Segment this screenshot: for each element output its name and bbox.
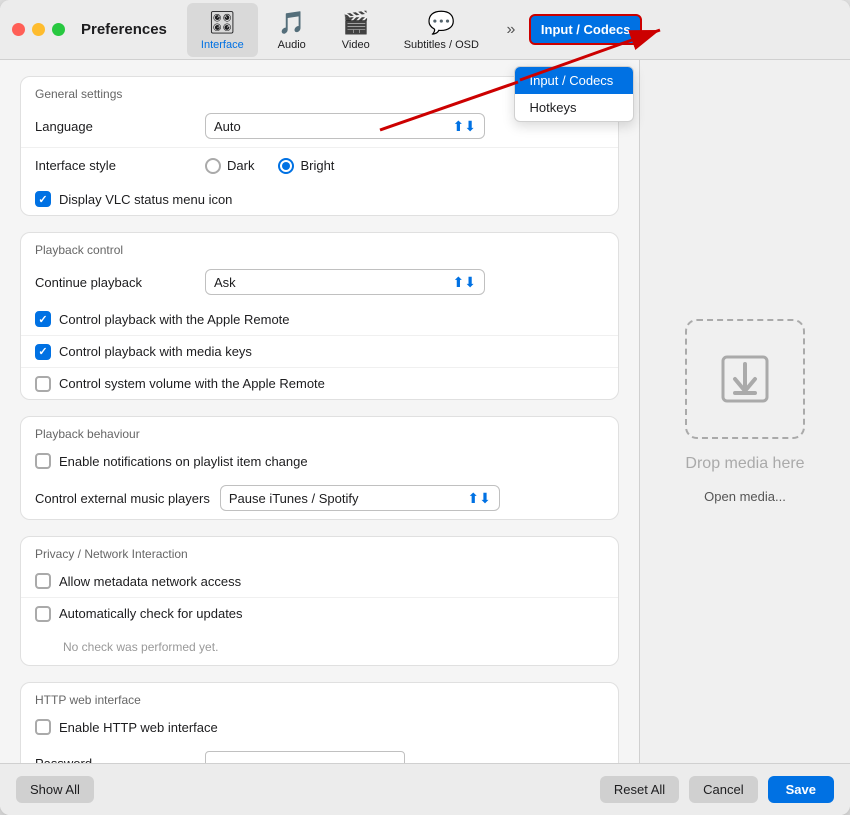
maximize-button[interactable]: [52, 23, 65, 36]
media-keys-checkbox[interactable]: [35, 344, 51, 360]
music-players-row: Control external music players Pause iTu…: [21, 477, 618, 519]
privacy-header: Privacy / Network Interaction: [21, 537, 618, 565]
open-media-button[interactable]: Open media...: [704, 489, 786, 504]
dropdown-item-input-codecs[interactable]: Input / Codecs: [515, 67, 633, 94]
metadata-access-checkbox[interactable]: [35, 573, 51, 589]
drop-zone[interactable]: [685, 319, 805, 439]
language-select-arrow: ⬆⬇: [453, 118, 476, 135]
password-label: Password: [35, 756, 195, 764]
radio-dark[interactable]: Dark: [205, 158, 254, 174]
media-keys-row[interactable]: Control playback with media keys: [21, 335, 618, 367]
close-button[interactable]: [12, 23, 25, 36]
reset-all-button[interactable]: Reset All: [600, 776, 679, 803]
playback-behaviour-group: Playback behaviour Enable notifications …: [20, 416, 619, 520]
language-value: Auto: [214, 119, 241, 134]
radio-dark-outer: [205, 158, 221, 174]
check-updates-row[interactable]: Automatically check for updates: [21, 597, 618, 629]
download-icon: [715, 349, 775, 409]
notifications-label: Enable notifications on playlist item ch…: [59, 454, 308, 469]
password-row: Password: [21, 743, 618, 763]
dropdown-item-hotkeys[interactable]: Hotkeys: [515, 94, 633, 121]
input-codecs-button[interactable]: Input / Codecs: [529, 14, 643, 45]
check-updates-checkbox[interactable]: [35, 606, 51, 622]
radio-bright-outer: [278, 158, 294, 174]
overflow-button[interactable]: »: [497, 16, 525, 44]
apple-remote-checkbox[interactable]: [35, 311, 51, 327]
privacy-group: Privacy / Network Interaction Allow meta…: [20, 536, 619, 666]
tab-subtitles[interactable]: 💬 Subtitles / OSD: [390, 3, 493, 57]
radio-bright[interactable]: Bright: [278, 158, 334, 174]
radio-bright-inner: [282, 162, 290, 170]
window-title: Preferences: [81, 21, 167, 38]
radio-bright-label: Bright: [300, 158, 334, 173]
save-button[interactable]: Save: [768, 776, 834, 803]
interface-style-radio-group: Dark Bright: [205, 158, 334, 174]
music-players-select[interactable]: Pause iTunes / Spotify ⬆⬇: [220, 485, 500, 511]
continue-playback-row: Continue playback Ask ⬆⬇: [21, 261, 618, 303]
password-input[interactable]: [205, 751, 405, 763]
continue-playback-select[interactable]: Ask ⬆⬇: [205, 269, 485, 295]
bottom-right-buttons: Reset All Cancel Save: [600, 776, 834, 803]
music-players-select-arrow: ⬆⬇: [467, 490, 490, 507]
drop-media-text: Drop media here: [685, 455, 804, 473]
media-keys-label: Control playback with media keys: [59, 344, 252, 359]
show-all-button[interactable]: Show All: [16, 776, 94, 803]
audio-icon: 🎵: [278, 9, 306, 37]
http-web-group: HTTP web interface Enable HTTP web inter…: [20, 682, 619, 763]
tab-interface[interactable]: 🎛 Interface: [187, 3, 258, 57]
language-label: Language: [35, 119, 195, 134]
tab-video[interactable]: 🎬 Video: [326, 3, 386, 57]
interface-style-label: Interface style: [35, 158, 195, 173]
notifications-checkbox[interactable]: [35, 453, 51, 469]
metadata-access-row[interactable]: Allow metadata network access: [21, 565, 618, 597]
continue-playback-select-arrow: ⬆⬇: [453, 274, 476, 291]
apple-remote-label: Control playback with the Apple Remote: [59, 312, 290, 327]
updates-hint-row: No check was performed yet.: [21, 629, 618, 665]
check-updates-label: Automatically check for updates: [59, 606, 243, 621]
continue-playback-label: Continue playback: [35, 275, 195, 290]
continue-playback-value: Ask: [214, 275, 236, 290]
http-enable-row[interactable]: Enable HTTP web interface: [21, 711, 618, 743]
system-volume-checkbox[interactable]: [35, 376, 51, 392]
bottom-bar: Show All Reset All Cancel Save: [0, 763, 850, 815]
language-select[interactable]: Auto ⬆⬇: [205, 113, 485, 139]
system-volume-row[interactable]: Control system volume with the Apple Rem…: [21, 367, 618, 399]
tab-audio[interactable]: 🎵 Audio: [262, 3, 322, 57]
toolbar-tabs: 🎛 Interface 🎵 Audio 🎬 Video 💬 Subtitles …: [187, 3, 838, 57]
http-enable-checkbox[interactable]: [35, 719, 51, 735]
metadata-access-label: Allow metadata network access: [59, 574, 241, 589]
apple-remote-row[interactable]: Control playback with the Apple Remote: [21, 303, 618, 335]
playback-control-group: Playback control Continue playback Ask ⬆…: [20, 232, 619, 400]
interface-style-row: Interface style Dark Bright: [21, 147, 618, 183]
radio-dark-label: Dark: [227, 158, 254, 173]
notifications-row[interactable]: Enable notifications on playlist item ch…: [21, 445, 618, 477]
vlc-status-icon-row[interactable]: Display VLC status menu icon: [21, 183, 618, 215]
playback-behaviour-header: Playback behaviour: [21, 417, 618, 445]
titlebar: Preferences 🎛 Interface 🎵 Audio 🎬 Video …: [0, 0, 850, 60]
settings-panel: General settings Language Auto ⬆⬇ Interf…: [0, 60, 640, 763]
minimize-button[interactable]: [32, 23, 45, 36]
window-controls: [12, 23, 65, 36]
main-content: General settings Language Auto ⬆⬇ Interf…: [0, 60, 850, 763]
system-volume-label: Control system volume with the Apple Rem…: [59, 376, 325, 391]
video-icon: 🎬: [342, 9, 370, 37]
updates-hint: No check was performed yet.: [35, 640, 218, 654]
playback-control-header: Playback control: [21, 233, 618, 261]
drop-panel: Drop media here Open media...: [640, 60, 850, 763]
vlc-status-icon-checkbox[interactable]: [35, 191, 51, 207]
interface-icon: 🎛: [208, 9, 236, 37]
vlc-status-icon-label: Display VLC status menu icon: [59, 192, 232, 207]
input-codecs-dropdown: Input / Codecs Hotkeys: [514, 66, 634, 122]
music-players-label: Control external music players: [35, 491, 210, 506]
music-players-value: Pause iTunes / Spotify: [229, 491, 359, 506]
http-enable-label: Enable HTTP web interface: [59, 720, 218, 735]
http-web-header: HTTP web interface: [21, 683, 618, 711]
cancel-button[interactable]: Cancel: [689, 776, 757, 803]
subtitles-icon: 💬: [427, 9, 455, 37]
